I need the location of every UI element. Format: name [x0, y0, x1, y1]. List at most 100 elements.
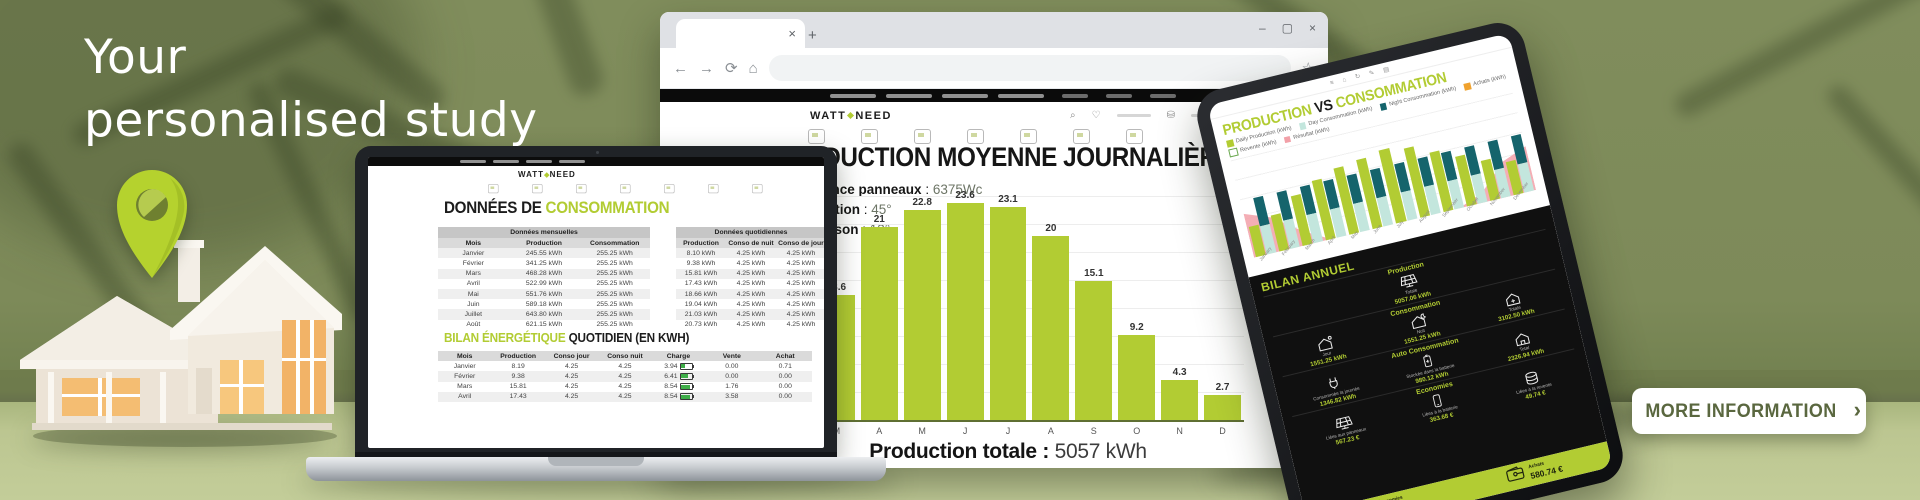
- table-row: 21.03 kWh4.25 kWh4.25 kWh: [676, 309, 824, 319]
- bookmark-item[interactable]: [1150, 94, 1176, 98]
- tab-close-icon[interactable]: ×: [788, 26, 796, 41]
- battery-icon: [680, 363, 693, 370]
- laptop: WATTNEED DONNÉES DE CONSOMMATION Données…: [306, 146, 886, 496]
- annual-report-sections: ProductionTotale5057.06 kWhConsommationJ…: [1263, 229, 1583, 456]
- category-icon: [708, 184, 719, 193]
- battery-icon: [680, 393, 693, 400]
- data-tables: Données mensuellesMoisProductionConsomma…: [438, 227, 824, 330]
- browser-tab[interactable]: ×: [676, 19, 805, 48]
- cta-label: MORE INFORMATION: [1645, 400, 1836, 423]
- promo-banner: Your personalised study × + – ▢ × ← → ⟳ …: [0, 0, 1920, 500]
- table-row: Avril522.99 kWh255.25 kWh: [438, 279, 650, 289]
- leaf-shadow: [1823, 81, 1920, 282]
- search-icon[interactable]: ⌕: [1070, 110, 1076, 121]
- bar-O-8: 9.2: [1118, 322, 1155, 420]
- reload-icon: ↻: [1354, 72, 1361, 81]
- bookmark-item[interactable]: [942, 94, 988, 98]
- bar-J-5: 23.1: [990, 194, 1027, 420]
- battery-icon: [680, 383, 693, 390]
- webcam-icon: [596, 151, 599, 154]
- table-row: 9.38 kWh4.25 kWh4.25 kWh: [676, 258, 824, 268]
- category-nav: [488, 184, 769, 199]
- table-row: Avril17.434.254.258.543.580.00: [438, 392, 812, 402]
- browser-toolbar: ← → ⟳ ⌂ ☆: [660, 48, 1328, 89]
- table-row: 20.73 kWh4.25 kWh4.25 kWh: [676, 320, 824, 330]
- table-row: 8.10 kWh4.25 kWh4.25 kWh: [676, 248, 824, 258]
- laptop-screen: WATTNEED DONNÉES DE CONSOMMATION Données…: [355, 146, 837, 456]
- battery-icon: [1422, 352, 1435, 369]
- bar-J-4: 23.6: [947, 190, 984, 420]
- bar-S-7: 15.1: [1075, 268, 1112, 420]
- site-logo: WATTNEED: [518, 170, 576, 179]
- energy-balance-table: MoisProductionConso jourConso nuitCharge…: [438, 351, 812, 402]
- back-icon[interactable]: ←: [673, 60, 688, 77]
- bookmark-item[interactable]: [1062, 94, 1088, 98]
- reload-icon[interactable]: ⟳: [725, 59, 738, 77]
- daily-data-table: Données quotidiennesProductionConso de n…: [676, 227, 824, 330]
- table-row: 18.66 kWh4.25 kWh4.25 kWh: [676, 289, 824, 299]
- table-row: Mars468.28 kWh255.25 kWh: [438, 269, 650, 279]
- category-icon: [488, 184, 499, 193]
- category-icon: [576, 184, 587, 193]
- home-icon: ⌂: [1342, 76, 1347, 84]
- month-label: J: [947, 426, 984, 436]
- month-label: N: [1161, 426, 1198, 436]
- bookmark-item[interactable]: [886, 94, 932, 98]
- table-row: Juillet643.80 kWh255.25 kWh: [438, 309, 650, 319]
- site-logo[interactable]: WATTNEED: [810, 110, 892, 122]
- house-night-icon: [1408, 311, 1429, 330]
- browser-tabbar: × + – ▢ ×: [660, 12, 1328, 48]
- laptop-notch: [548, 457, 644, 466]
- bar-D-10: 2.7: [1204, 382, 1241, 420]
- table-row: Février341.25 kWh255.25 kWh: [438, 258, 650, 268]
- category-icon: [752, 184, 763, 193]
- table-row: 19.04 kWh4.25 kWh4.25 kWh: [676, 299, 824, 309]
- grid-icon: ▤: [1382, 65, 1390, 74]
- consumption-heading: DONNÉES DE CONSOMMATION: [444, 199, 669, 218]
- month-label: M: [904, 426, 941, 436]
- bookmark-item[interactable]: [830, 94, 876, 98]
- table-row: 17.43 kWh4.25 kWh4.25 kWh: [676, 279, 824, 289]
- maximize-icon[interactable]: ▢: [1282, 21, 1293, 35]
- table-row: 15.81 kWh4.25 kWh4.25 kWh: [676, 269, 824, 279]
- chevron-right-icon: ›: [1854, 399, 1862, 421]
- headline: Your personalised study: [84, 26, 538, 153]
- logo-dot-icon: [544, 172, 549, 177]
- location-pin-icon: [112, 166, 192, 282]
- cart-icon[interactable]: ⛁: [1167, 110, 1175, 121]
- address-bar[interactable]: [769, 55, 1291, 81]
- phone-icon: [1431, 392, 1444, 409]
- forward-icon[interactable]: →: [699, 60, 714, 77]
- account-placeholder: [1117, 114, 1151, 117]
- bar-N-9: 4.3: [1161, 367, 1198, 420]
- headline-line2: personalised study: [84, 89, 538, 152]
- table-row: Mars15.814.254.258.541.760.00: [438, 382, 812, 392]
- energy-balance-heading: BILAN ÉNERGÉTIQUE QUOTIDIEN (EN KWH): [444, 331, 689, 345]
- table-row: Mai551.76 kWh255.25 kWh: [438, 289, 650, 299]
- home-icon[interactable]: ⌂: [749, 60, 758, 77]
- month-label: S: [1075, 426, 1112, 436]
- category-icon: [532, 184, 543, 193]
- table-row: Janvier8.194.254.253.940.000.71: [438, 361, 812, 371]
- edit-icon: ✎: [1368, 69, 1375, 78]
- close-icon[interactable]: ×: [1309, 21, 1316, 35]
- headline-line1: Your: [84, 26, 538, 89]
- bar-M-3: 22.8: [904, 197, 941, 420]
- minimize-icon[interactable]: –: [1259, 21, 1266, 35]
- bookmark-item[interactable]: [1106, 94, 1132, 98]
- house-icon: [1512, 328, 1533, 347]
- category-icon: [664, 184, 675, 193]
- month-label: J: [990, 426, 1027, 436]
- window-controls: – ▢ ×: [1259, 21, 1316, 35]
- more-information-button[interactable]: MORE INFORMATION ›: [1632, 388, 1866, 434]
- table-row: Août621.15 kWh255.25 kWh: [438, 320, 650, 330]
- new-tab-icon[interactable]: +: [808, 27, 817, 44]
- bookmark-item[interactable]: [998, 94, 1044, 98]
- heart-icon[interactable]: ♡: [1092, 110, 1101, 121]
- month-label: D: [1204, 426, 1241, 436]
- wallet-icon: [1504, 465, 1527, 489]
- bar-A-6: 20: [1032, 223, 1069, 420]
- laptop-display: WATTNEED DONNÉES DE CONSOMMATION Données…: [368, 157, 824, 448]
- monthly-data-table: Données mensuellesMoisProductionConsomma…: [438, 227, 650, 330]
- logo-dot-icon: [847, 112, 854, 119]
